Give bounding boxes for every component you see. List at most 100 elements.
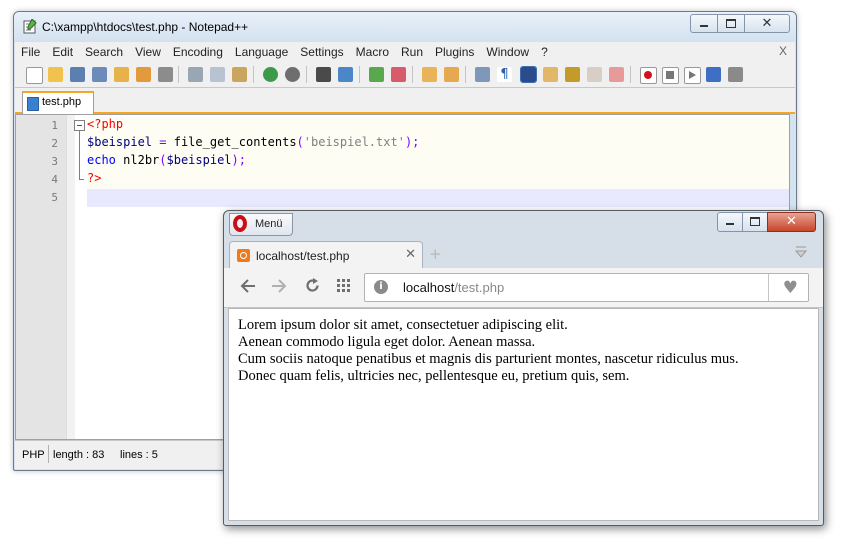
code-keyword: echo — [87, 153, 116, 167]
code-function: file_get_contents — [173, 135, 297, 149]
opera-logo-icon — [233, 215, 247, 232]
browser-tab[interactable]: localhost/test.php ✕ — [229, 241, 423, 271]
code-line-3: echo nl2br($beispiel); — [87, 153, 246, 167]
redo-icon[interactable] — [285, 67, 300, 82]
find-icon[interactable] — [316, 67, 331, 82]
bookmark-heart-icon[interactable]: ♥ — [783, 278, 798, 298]
reload-icon[interactable] — [305, 278, 320, 293]
menu-language[interactable]: Language — [229, 45, 294, 59]
code-paren: ); — [231, 153, 246, 167]
code-variable: $beispiel — [87, 135, 153, 149]
fold-margin — [66, 115, 75, 439]
folder-workspace-icon[interactable] — [609, 67, 624, 82]
php-open-tag: <?php — [87, 117, 124, 131]
menu-help[interactable]: ? — [535, 45, 554, 59]
sync-horizontal-icon[interactable] — [444, 67, 459, 82]
print-icon[interactable] — [158, 67, 173, 82]
notepad-toolbar: ¶ — [15, 62, 795, 88]
notepad-maximize-button[interactable] — [717, 14, 745, 33]
save-all-icon[interactable] — [92, 67, 107, 82]
indent-guide-icon[interactable] — [520, 66, 537, 83]
forward-icon[interactable] — [271, 279, 287, 293]
line-number: 3 — [51, 155, 58, 168]
stop-macro-icon[interactable] — [662, 67, 679, 84]
notepad-app-icon — [23, 19, 37, 34]
menu-edit[interactable]: Edit — [46, 45, 79, 59]
replace-icon[interactable] — [338, 67, 353, 82]
tab-close-icon[interactable]: ✕ — [405, 247, 416, 262]
close-all-icon[interactable] — [136, 67, 151, 82]
udl-icon[interactable] — [543, 67, 558, 82]
record-macro-icon[interactable] — [640, 67, 657, 84]
text-line: Lorem ipsum dolor sit amet, consectetuer… — [238, 317, 568, 333]
new-tab-icon[interactable]: + — [429, 245, 442, 263]
code-line-4: ?> — [87, 171, 101, 185]
zoom-out-icon[interactable] — [391, 67, 406, 82]
address-bar[interactable]: i localhost/test.php ♥ — [364, 273, 809, 302]
close-document-button[interactable]: X — [779, 44, 787, 58]
show-all-chars-icon[interactable]: ¶ — [497, 67, 512, 82]
maximize-icon — [726, 19, 736, 28]
notepad-minimize-button[interactable] — [690, 14, 718, 33]
file-icon — [27, 97, 39, 111]
menu-settings[interactable]: Settings — [294, 45, 349, 59]
php-close-tag: ?> — [87, 171, 102, 185]
code-string: 'beispiel.txt' — [303, 135, 405, 149]
notepad-titlebar: C:\xampp\htdocs\test.php - Notepad++ ✕ — [14, 12, 796, 42]
run-macro-multiple-icon[interactable] — [706, 67, 721, 82]
paste-icon[interactable] — [232, 67, 247, 82]
menu-search[interactable]: Search — [79, 45, 129, 59]
opera-tabstrip: localhost/test.php ✕ + — [224, 238, 823, 271]
code-function: nl2br — [123, 153, 160, 167]
fold-end — [79, 179, 84, 180]
site-info-icon[interactable]: i — [374, 280, 388, 294]
browser-tab-label: localhost/test.php — [256, 249, 350, 263]
opera-minimize-button[interactable] — [717, 212, 743, 232]
notepad-window-title: C:\xampp\htdocs\test.php - Notepad++ — [42, 20, 249, 34]
line-number: 5 — [51, 191, 58, 204]
undo-icon[interactable] — [263, 67, 278, 82]
menu-file[interactable]: File — [15, 45, 46, 59]
opera-maximize-button[interactable] — [742, 212, 768, 232]
close-file-icon[interactable] — [114, 67, 129, 82]
notepad-close-button[interactable]: ✕ — [744, 14, 790, 33]
back-icon[interactable] — [240, 279, 256, 293]
current-line-highlight — [87, 189, 789, 207]
tab-test-php[interactable]: test.php — [22, 91, 94, 114]
save-icon[interactable] — [70, 67, 85, 82]
copy-icon[interactable] — [210, 67, 225, 82]
sync-vertical-icon[interactable] — [422, 67, 437, 82]
menu-plugins[interactable]: Plugins — [429, 45, 480, 59]
tab-menu-icon[interactable] — [795, 245, 807, 259]
page-content: Lorem ipsum dolor sit amet, consectetuer… — [228, 308, 819, 521]
menu-window[interactable]: Window — [480, 45, 535, 59]
function-list-icon[interactable] — [587, 67, 602, 82]
opera-window: Menü ✕ localhost/test.php ✕ + i localhos… — [223, 210, 824, 526]
code-line-1: <?php — [87, 117, 123, 131]
menu-macro[interactable]: Macro — [350, 45, 395, 59]
new-file-icon[interactable] — [26, 67, 43, 84]
notepad-menubar: File Edit Search View Encoding Language … — [15, 42, 795, 62]
save-macro-icon[interactable] — [728, 67, 743, 82]
close-icon: ✕ — [761, 16, 773, 31]
menu-view[interactable]: View — [129, 45, 167, 59]
maximize-icon — [750, 217, 760, 226]
open-file-icon[interactable] — [48, 67, 63, 82]
opera-close-button[interactable]: ✕ — [767, 212, 816, 232]
menu-encoding[interactable]: Encoding — [167, 45, 229, 59]
line-number: 2 — [51, 137, 58, 150]
code-variable: $beispiel — [166, 153, 232, 167]
opera-menu-button[interactable]: Menü — [229, 213, 293, 236]
play-macro-icon[interactable] — [684, 67, 701, 84]
word-wrap-icon[interactable] — [475, 67, 490, 82]
cut-icon[interactable] — [188, 67, 203, 82]
menu-run[interactable]: Run — [395, 45, 429, 59]
zoom-in-icon[interactable] — [369, 67, 384, 82]
address-url[interactable]: localhost/test.php — [403, 280, 504, 295]
url-host: localhost — [403, 280, 455, 295]
code-paren: ( — [159, 153, 167, 167]
text-line: Donec quam felis, ultricies nec, pellent… — [238, 368, 630, 384]
doc-map-icon[interactable] — [565, 67, 580, 82]
speed-dial-icon[interactable] — [337, 279, 350, 292]
url-path: /test.php — [454, 280, 505, 295]
